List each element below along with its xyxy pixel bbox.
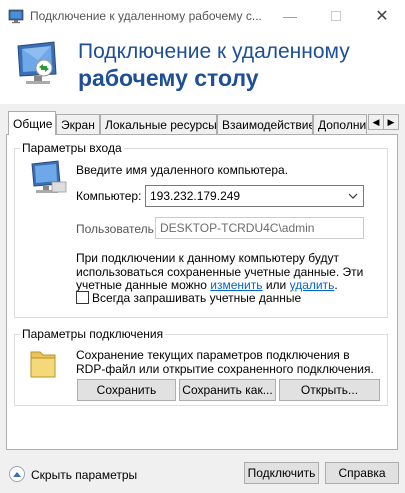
save-button[interactable]: Сохранить bbox=[77, 379, 176, 401]
hide-options-toggle[interactable] bbox=[9, 466, 25, 482]
edit-credentials-link[interactable]: изменить bbox=[210, 278, 262, 292]
hide-options-label[interactable]: Скрыть параметры bbox=[31, 468, 137, 482]
open-button-label: Открыть... bbox=[300, 383, 359, 397]
credentials-info-or: или bbox=[262, 278, 290, 292]
maximize-icon bbox=[331, 11, 341, 21]
tab-label: Взаимодействие bbox=[222, 118, 313, 132]
always-ask-checkbox[interactable] bbox=[76, 291, 89, 304]
connect-button-label: Подключить bbox=[247, 466, 316, 480]
help-button[interactable]: Справка bbox=[325, 462, 399, 484]
tab-label: Экран bbox=[61, 118, 95, 132]
tab-label: Дополни bbox=[318, 118, 367, 132]
user-label: Пользователь: bbox=[76, 222, 158, 236]
tab-local-resources[interactable]: Локальные ресурсы bbox=[100, 114, 217, 134]
user-field-value: DESKTOP-TCRDU4C\admin bbox=[160, 221, 315, 235]
tab-general[interactable]: Общие bbox=[8, 111, 56, 135]
logon-settings-title: Параметры входа bbox=[20, 141, 124, 155]
connect-button[interactable]: Подключить bbox=[244, 462, 319, 484]
folder-icon bbox=[28, 346, 58, 380]
save-as-button[interactable]: Сохранить как... bbox=[179, 379, 276, 401]
logon-prompt: Введите имя удаленного компьютера. bbox=[76, 163, 289, 177]
chevron-right-icon: ▶ bbox=[387, 116, 395, 127]
chevron-left-icon: ◀ bbox=[372, 116, 380, 127]
window-title: Подключение к удаленному рабочему с... bbox=[30, 9, 262, 23]
minimize-button[interactable]: — bbox=[267, 0, 313, 32]
computer-icon bbox=[28, 160, 68, 196]
open-button[interactable]: Открыть... bbox=[279, 379, 380, 401]
credentials-info-line1: При подключении к данному компьютеру буд… bbox=[76, 251, 339, 265]
close-button[interactable]: ✕ bbox=[359, 0, 405, 32]
remote-desktop-icon bbox=[14, 40, 66, 88]
computer-input-value: 193.232.179.249 bbox=[150, 189, 241, 203]
save-button-label: Сохранить bbox=[96, 383, 157, 397]
close-icon: ✕ bbox=[375, 8, 389, 25]
credentials-info-end: . bbox=[334, 278, 338, 292]
always-ask-label[interactable]: Всегда запрашивать учетные данные bbox=[92, 291, 301, 305]
tab-label: Общие bbox=[13, 117, 53, 131]
connection-desc-line1: Сохранение текущих параметров подключени… bbox=[76, 348, 350, 362]
tab-scroll-left-button[interactable]: ◀ bbox=[368, 114, 384, 130]
banner-title-line1: Подключение к удаленному bbox=[78, 40, 350, 63]
tab-label: Локальные ресурсы bbox=[105, 118, 217, 132]
chevron-up-icon bbox=[13, 472, 21, 477]
banner-title-line2: рабочему столу bbox=[78, 65, 259, 91]
tab-display[interactable]: Экран bbox=[56, 114, 100, 134]
credentials-info-line2: использоваться сохраненные учетные данны… bbox=[76, 265, 364, 279]
tab-scroll-right-button[interactable]: ▶ bbox=[383, 114, 399, 130]
delete-credentials-link[interactable]: удалить bbox=[290, 278, 335, 292]
minimize-icon: — bbox=[283, 8, 297, 24]
save-as-button-label: Сохранить как... bbox=[182, 383, 273, 397]
help-button-label: Справка bbox=[338, 466, 386, 480]
maximize-button[interactable] bbox=[313, 0, 359, 32]
credentials-info-prefix: учетные данные можно bbox=[76, 278, 211, 292]
rdp-app-icon bbox=[8, 8, 24, 24]
connection-desc-line2: RDP-файл или открытие сохраненного подкл… bbox=[76, 362, 374, 376]
tab-experience[interactable]: Взаимодействие bbox=[217, 114, 313, 134]
chevron-down-icon bbox=[348, 193, 358, 199]
computer-label: Компьютер: bbox=[76, 189, 142, 203]
user-field: DESKTOP-TCRDU4C\admin bbox=[155, 217, 364, 239]
connection-settings-title: Параметры подключения bbox=[20, 327, 166, 341]
computer-dropdown-button[interactable] bbox=[346, 189, 360, 203]
credentials-info-line3: учетные данные можно изменить или удалит… bbox=[76, 278, 338, 292]
computer-combobox[interactable]: 193.232.179.249 bbox=[145, 185, 364, 207]
tab-advanced[interactable]: Дополни bbox=[313, 114, 367, 134]
